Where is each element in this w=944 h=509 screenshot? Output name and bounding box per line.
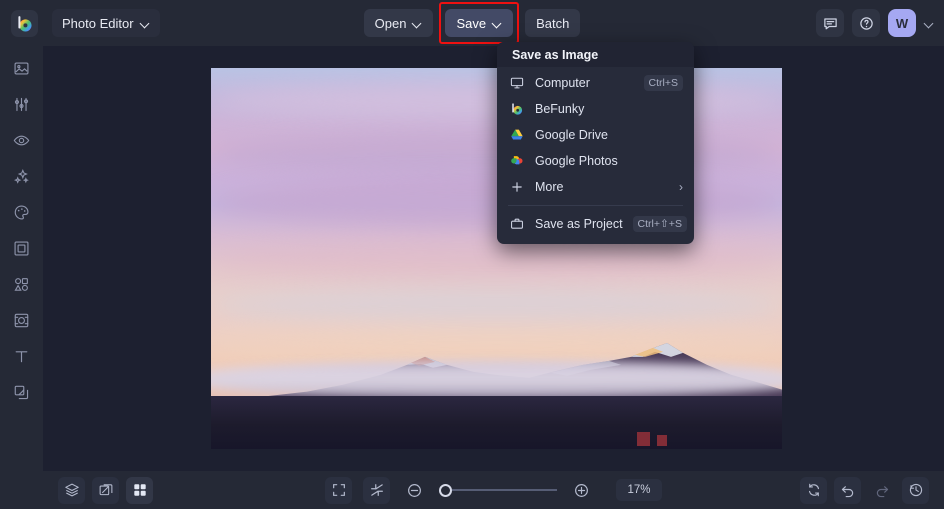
fog-layer	[211, 361, 782, 400]
befunky-logo-icon	[508, 102, 525, 116]
left-toolbar	[0, 46, 43, 509]
menu-item-save-as-project[interactable]: Save as Project Ctrl+⇧+S	[497, 211, 694, 237]
menu-item-label: More	[535, 180, 564, 194]
avatar-initial: W	[895, 15, 909, 31]
top-header: Photo Editor Open Save Batch W	[0, 0, 944, 46]
menu-section-title: Save as Image	[497, 42, 694, 67]
sidebar-item-graphics[interactable]	[7, 273, 37, 295]
bottom-toolbar: 17%	[43, 471, 944, 509]
sidebar-item-edit[interactable]	[7, 57, 37, 79]
briefcase-icon	[508, 217, 525, 231]
save-label: Save	[456, 15, 487, 31]
sidebar-item-adjust[interactable]	[7, 93, 37, 115]
shortcut-badge: Ctrl+S	[643, 75, 683, 91]
sidebar-item-retouch[interactable]	[7, 129, 37, 151]
monitor-icon	[508, 76, 525, 90]
header-right-actions: W	[816, 0, 934, 46]
menu-item-label: Computer	[535, 76, 590, 90]
avatar[interactable]: W	[888, 9, 916, 37]
menu-item-google-photos[interactable]: Google Photos	[497, 148, 694, 174]
app-root: Photo Editor Open Save Batch W 17% Save …	[0, 0, 944, 509]
menu-item-google-drive[interactable]: Google Drive	[497, 122, 694, 148]
chevron-down-icon	[413, 19, 422, 28]
save-button[interactable]: Save	[439, 2, 520, 44]
sidebar-item-overlays[interactable]	[7, 309, 37, 331]
sidebar-item-textures[interactable]	[7, 381, 37, 403]
canvas-area[interactable]	[43, 46, 944, 471]
cloud-band	[211, 239, 782, 278]
menu-item-more[interactable]: More ›	[497, 174, 694, 200]
sidebar-item-frames[interactable]	[7, 237, 37, 259]
undo-button[interactable]	[834, 476, 861, 504]
foreground-building	[637, 432, 650, 446]
zoom-level-value[interactable]: 17%	[616, 479, 662, 501]
google-drive-icon	[508, 128, 525, 142]
save-dropdown-menu[interactable]: Save as Image Computer Ctrl+S BeFunky Go…	[497, 42, 694, 244]
sidebar-item-text[interactable]	[7, 345, 37, 367]
chevron-right-icon: ›	[679, 180, 683, 194]
feedback-button[interactable]	[816, 9, 844, 37]
zoom-in-button[interactable]	[568, 477, 595, 504]
workspace-selector[interactable]: Photo Editor	[52, 9, 160, 37]
account-chevron-down-icon[interactable]	[925, 19, 934, 28]
cloud-band	[211, 288, 782, 324]
reset-button[interactable]	[800, 476, 827, 504]
google-photos-icon	[508, 154, 525, 168]
actual-size-button[interactable]	[363, 476, 390, 504]
zoom-slider-handle[interactable]	[439, 483, 452, 497]
sidebar-item-effects[interactable]	[7, 165, 37, 187]
zoom-out-button[interactable]	[401, 477, 428, 504]
redo-button[interactable]	[868, 477, 895, 504]
open-label: Open	[374, 15, 407, 31]
chevron-down-icon	[141, 19, 150, 28]
batch-button[interactable]: Batch	[525, 9, 581, 37]
menu-item-label: BeFunky	[535, 102, 585, 116]
shortcut-badge: Ctrl+⇧+S	[632, 216, 687, 232]
menu-item-label: Google Drive	[535, 128, 608, 142]
open-button[interactable]: Open	[363, 9, 434, 37]
foreground-land	[211, 395, 782, 449]
batch-label: Batch	[536, 15, 570, 31]
menu-item-label: Google Photos	[535, 154, 618, 168]
menu-divider	[508, 205, 683, 206]
chevron-down-icon	[493, 19, 502, 28]
plus-icon	[508, 180, 525, 194]
help-button[interactable]	[852, 9, 880, 37]
zoom-slider[interactable]	[439, 483, 557, 497]
bottom-right-group	[800, 476, 929, 504]
sidebar-item-artsy[interactable]	[7, 201, 37, 223]
workspace-label: Photo Editor	[62, 15, 134, 31]
menu-item-label: Save as Project	[535, 217, 623, 231]
befunky-logo-icon[interactable]	[11, 10, 38, 37]
foreground-building	[657, 435, 667, 446]
menu-item-computer[interactable]: Computer Ctrl+S	[497, 70, 694, 96]
menu-item-befunky[interactable]: BeFunky	[497, 96, 694, 122]
history-button[interactable]	[902, 476, 929, 504]
fit-screen-button[interactable]	[325, 476, 352, 504]
zoom-slider-track[interactable]	[452, 489, 557, 491]
